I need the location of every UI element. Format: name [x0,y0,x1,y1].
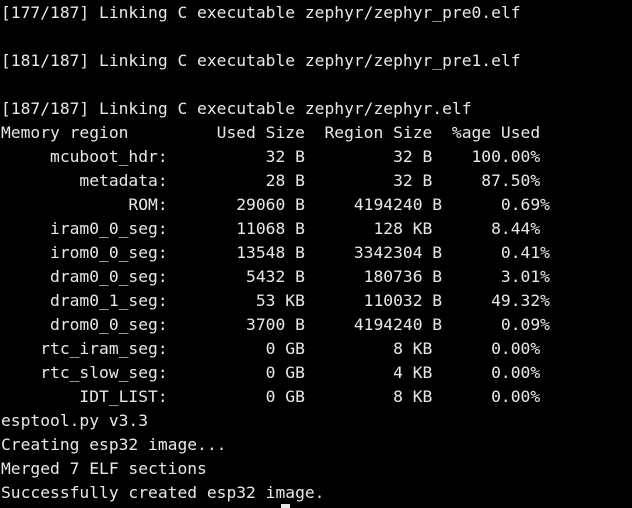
memory-table-row: iram0_0_seg: 11068 B 128 KB 8.44% [1,219,541,238]
memory-table-row: drom0_0_seg: 3700 B 4194240 B 0.09% [1,315,550,334]
output-line: Merged 7 ELF sections [1,459,207,478]
memory-table-header: Memory region Used Size Region Size %age… [1,123,541,142]
memory-table-row: dram0_0_seg: 5432 B 180736 B 3.01% [1,267,550,286]
esptool-version-line: esptool.py v3.3 [1,411,149,430]
memory-table-row: rtc_iram_seg: 0 GB 8 KB 0.00% [1,339,541,358]
memory-table-row: rtc_slow_seg: 0 GB 4 KB 0.00% [1,363,541,382]
build-step-line: [187/187] Linking C executable zephyr/ze… [1,99,472,118]
build-step-line: [177/187] Linking C executable zephyr/ze… [1,3,521,22]
memory-table-row: IDT_LIST: 0 GB 8 KB 0.00% [1,387,541,406]
text-cursor [281,504,290,508]
memory-table-row: irom0_0_seg: 13548 B 3342304 B 0.41% [1,243,550,262]
terminal-window[interactable]: [177/187] Linking C executable zephyr/ze… [0,0,632,508]
memory-table-row: ROM: 29060 B 4194240 B 0.69% [1,195,550,214]
build-step-line: [181/187] Linking C executable zephyr/ze… [1,51,521,70]
output-line: Creating esp32 image... [1,435,227,454]
memory-table-row: metadata: 28 B 32 B 87.50% [1,171,541,190]
output-line: Successfully created esp32 image. [1,483,325,502]
memory-table-row: dram0_1_seg: 53 KB 110032 B 49.32% [1,291,550,310]
memory-table-row: mcuboot_hdr: 32 B 32 B 100.00% [1,147,541,166]
